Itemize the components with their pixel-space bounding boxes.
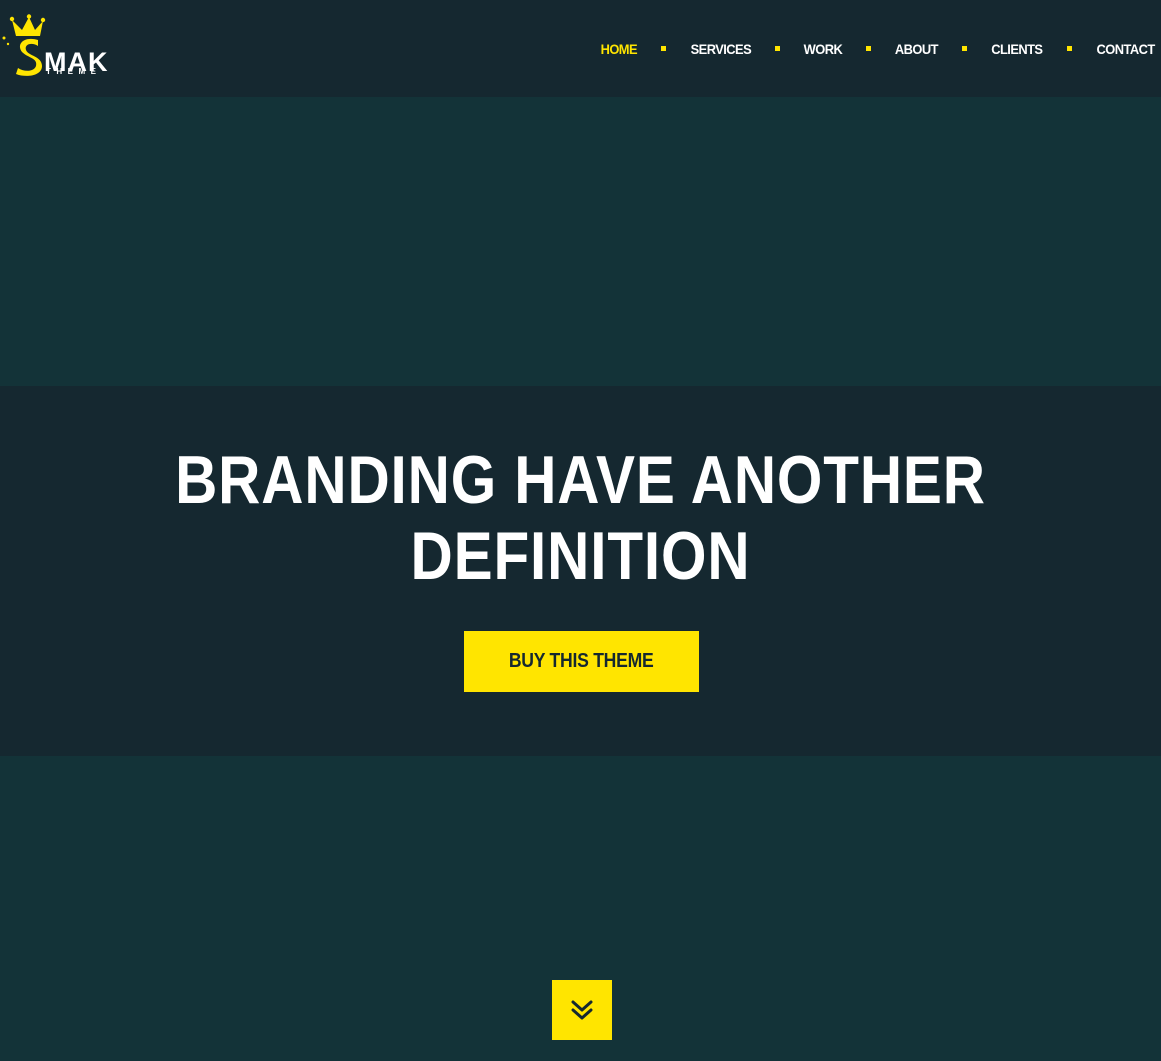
- nav-item-about[interactable]: ABOUT: [895, 41, 939, 57]
- main-nav: HOME SERVICES WORK ABOUT CLIENTS CONTACT: [599, 0, 1161, 97]
- svg-text:THEME: THEME: [46, 67, 102, 76]
- nav-item-services[interactable]: SERVICES: [690, 41, 751, 57]
- buy-theme-button[interactable]: BUY THIS THEME: [464, 631, 699, 692]
- nav-separator: [962, 46, 968, 51]
- nav-separator: [1066, 46, 1072, 51]
- nav-item-clients[interactable]: CLIENTS: [991, 41, 1043, 57]
- nav-item-contact[interactable]: CONTACT: [1096, 41, 1155, 57]
- site-header: MAK THEME HOME SERVICES WORK ABOUT CLIEN…: [0, 0, 1161, 97]
- nav-separator: [775, 46, 781, 51]
- hero-title-line2: DEFINITION: [410, 518, 751, 594]
- double-chevron-down-icon: [571, 1000, 593, 1020]
- nav-item-work[interactable]: WORK: [804, 41, 843, 57]
- buy-theme-button-label: BUY THIS THEME: [509, 650, 654, 672]
- logo-icon: MAK THEME: [2, 14, 108, 77]
- scroll-down-button[interactable]: [552, 980, 612, 1040]
- nav-separator: [660, 46, 666, 51]
- brand-logo[interactable]: MAK THEME: [2, 14, 112, 80]
- nav-item-home[interactable]: HOME: [601, 41, 638, 57]
- hero-title-line1: BRANDING HAVE ANOTHER: [175, 442, 986, 518]
- nav-separator: [866, 46, 872, 51]
- hero-title: BRANDING HAVE ANOTHER DEFINITION: [81, 442, 1079, 594]
